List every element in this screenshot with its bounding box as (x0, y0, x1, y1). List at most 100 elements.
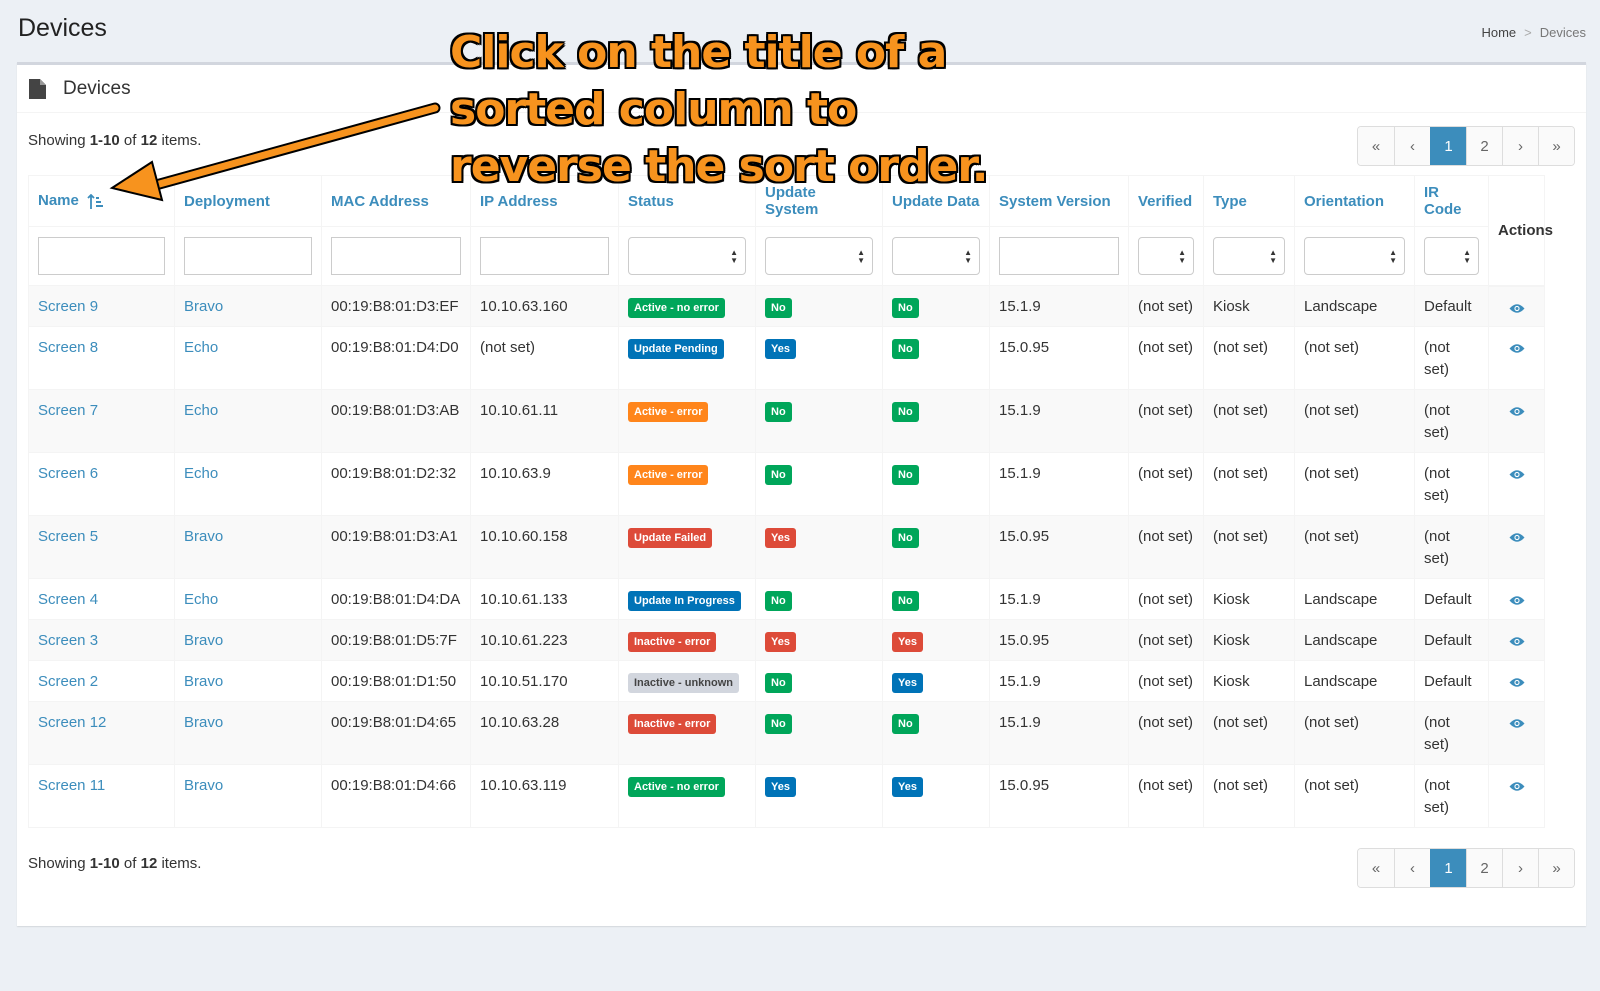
device-name-link[interactable]: Screen 5 (38, 528, 98, 545)
first-page-button[interactable]: « (1358, 127, 1394, 165)
device-name-link[interactable]: Screen 8 (38, 339, 98, 356)
update-system-badge: No (765, 591, 792, 611)
type-cell: Kiosk (1203, 285, 1295, 327)
filter-update-system-select[interactable]: ▲ ▼ (765, 237, 873, 275)
device-name-link[interactable]: Screen 11 (38, 777, 105, 794)
first-page-button[interactable]: « (1358, 849, 1394, 887)
breadcrumb-home-link[interactable]: Home (1481, 25, 1516, 40)
actions-cell (1488, 326, 1545, 390)
ip-address-cell: 10.10.63.160 (470, 285, 619, 327)
actions-cell (1488, 389, 1545, 453)
eye-icon[interactable] (1509, 595, 1525, 606)
mac-address-cell: 00:19:B8:01:D1:50 (321, 660, 471, 702)
orientation-cell: Landscape (1294, 619, 1415, 661)
page-1-button[interactable]: 1 (1430, 849, 1466, 887)
filter-ir-code-select[interactable]: ▲ ▼ (1424, 237, 1479, 275)
page-2-button[interactable]: 2 (1466, 127, 1502, 165)
update-data-badge: No (892, 465, 919, 485)
orientation-cell: Landscape (1294, 660, 1415, 702)
column-header-orientation[interactable]: Orientation (1294, 175, 1415, 227)
filter-name-input[interactable] (38, 237, 165, 275)
table-row: Screen 6 Echo 00:19:B8:01:D2:32 10.10.63.9 A… (28, 452, 1545, 516)
type-cell: Kiosk (1203, 660, 1295, 702)
filter-deployment-input[interactable] (184, 237, 312, 275)
verified-cell: (not set) (1128, 452, 1204, 516)
page-2-button[interactable]: 2 (1466, 849, 1502, 887)
column-header-ir-code[interactable]: IR Code (1414, 175, 1489, 227)
filter-mac-input[interactable] (331, 237, 461, 275)
device-name-link[interactable]: Screen 4 (38, 591, 98, 608)
device-name-link[interactable]: Screen 3 (38, 632, 98, 649)
device-name-link[interactable]: Screen 6 (38, 465, 98, 482)
filter-version-input[interactable] (999, 237, 1119, 275)
column-header-verified[interactable]: Verified (1128, 175, 1204, 227)
deployment-link[interactable]: Bravo (184, 298, 223, 315)
eye-icon[interactable] (1509, 469, 1525, 480)
annotation-line: reverse the sort order. (450, 141, 989, 192)
deployment-link[interactable]: Echo (184, 465, 218, 482)
eye-icon[interactable] (1509, 406, 1525, 417)
column-header-type[interactable]: Type (1203, 175, 1295, 227)
type-cell: Kiosk (1203, 619, 1295, 661)
ip-address-cell: 10.10.51.170 (470, 660, 619, 702)
device-name-link[interactable]: Screen 9 (38, 298, 98, 315)
filter-verified-select[interactable]: ▲ ▼ (1138, 237, 1194, 275)
prev-page-button[interactable]: ‹ (1394, 849, 1430, 887)
type-cell: Kiosk (1203, 578, 1295, 620)
column-header-system-version[interactable]: System Version (989, 175, 1129, 227)
device-name-link[interactable]: Screen 7 (38, 402, 98, 419)
summary-prefix: Showing (28, 855, 90, 872)
status-badge: Inactive - unknown (628, 673, 740, 693)
verified-cell: (not set) (1128, 578, 1204, 620)
system-version-cell: 15.0.95 (989, 326, 1129, 390)
summary-middle: of (119, 855, 141, 872)
filter-status-select[interactable]: ▲ ▼ (628, 237, 746, 275)
device-name-link[interactable]: Screen 2 (38, 673, 98, 690)
last-page-button[interactable]: » (1538, 849, 1574, 887)
actions-cell (1488, 660, 1545, 702)
filter-ip-input[interactable] (480, 237, 609, 275)
next-page-button[interactable]: › (1502, 127, 1538, 165)
deployment-link[interactable]: Bravo (184, 777, 223, 794)
eye-icon[interactable] (1509, 343, 1525, 354)
annotation-line: sorted column to (450, 84, 857, 135)
ir-code-cell: Default (1414, 578, 1489, 620)
next-page-button[interactable]: › (1502, 849, 1538, 887)
deployment-link[interactable]: Bravo (184, 528, 223, 545)
mac-address-cell: 00:19:B8:01:D3:AB (321, 389, 471, 453)
update-data-badge: No (892, 298, 919, 318)
eye-icon[interactable] (1509, 303, 1525, 314)
deployment-link[interactable]: Echo (184, 402, 218, 419)
eye-icon[interactable] (1509, 781, 1525, 792)
verified-cell: (not set) (1128, 764, 1204, 828)
last-page-button[interactable]: » (1538, 127, 1574, 165)
summary-range: 1-10 (89, 855, 120, 872)
deployment-link[interactable]: Bravo (184, 632, 223, 649)
eye-icon[interactable] (1509, 532, 1525, 543)
devices-table: Name Deployment MAC Address IP Address S… (28, 175, 1553, 828)
deployment-link[interactable]: Bravo (184, 673, 223, 690)
eye-icon[interactable] (1509, 636, 1525, 647)
orientation-cell: (not set) (1294, 452, 1415, 516)
deployment-link[interactable]: Echo (184, 591, 218, 608)
update-data-badge: No (892, 339, 919, 359)
type-cell: (not set) (1203, 701, 1295, 765)
system-version-cell: 15.0.95 (989, 764, 1129, 828)
prev-page-button[interactable]: ‹ (1394, 127, 1430, 165)
deployment-link[interactable]: Bravo (184, 714, 223, 731)
update-system-badge: No (765, 465, 792, 485)
filter-orientation-select[interactable]: ▲ ▼ (1304, 237, 1405, 275)
actions-cell (1488, 285, 1545, 327)
update-system-badge: Yes (765, 777, 796, 797)
status-badge: Active - error (628, 402, 709, 422)
mac-address-cell: 00:19:B8:01:D4:65 (321, 701, 471, 765)
filter-update-data-select[interactable]: ▲ ▼ (892, 237, 980, 275)
eye-icon[interactable] (1509, 677, 1525, 688)
page-1-button[interactable]: 1 (1430, 127, 1466, 165)
device-name-link[interactable]: Screen 12 (38, 714, 106, 731)
table-row: Screen 2 Bravo 00:19:B8:01:D1:50 10.10.51.1… (28, 660, 1545, 702)
deployment-link[interactable]: Echo (184, 339, 218, 356)
filter-type-select[interactable]: ▲ ▼ (1213, 237, 1285, 275)
mac-address-cell: 00:19:B8:01:D4:66 (321, 764, 471, 828)
eye-icon[interactable] (1509, 718, 1525, 729)
